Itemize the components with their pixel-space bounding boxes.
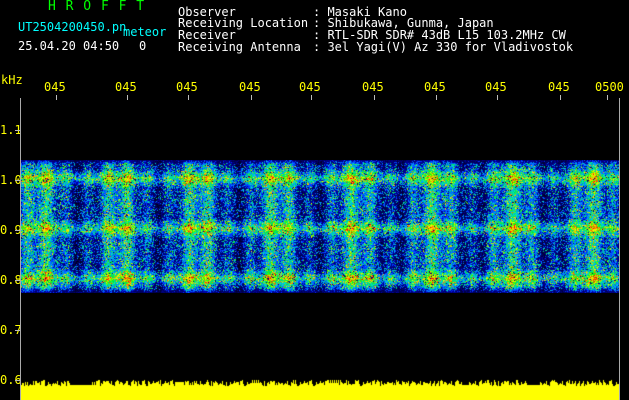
brand-title: H R O F F T	[48, 0, 146, 14]
datetime-text: 25.04.20 04:50	[18, 39, 120, 53]
time-label: 045	[239, 80, 261, 94]
meteor-label: meteor	[123, 25, 167, 39]
antenna-label: Receiving Antenna	[178, 40, 301, 54]
frequency-unit-label: kHz	[1, 73, 23, 87]
time-label: 045	[115, 80, 137, 94]
time-label: 045	[424, 80, 446, 94]
antenna-value: : 3el Yagi(V) Az 330 for Vladivostok	[313, 40, 574, 54]
amplitude-graph	[21, 370, 619, 400]
meteor-count: 0	[139, 39, 147, 53]
time-label: 045	[176, 80, 198, 94]
time-label: 0500	[595, 80, 624, 94]
spectrogram	[21, 160, 619, 293]
time-label: 045	[548, 80, 570, 94]
filename-text: UT2504200450.pn	[18, 20, 127, 34]
time-label: 045	[44, 80, 66, 94]
time-label: 045	[299, 80, 321, 94]
time-label: 045	[485, 80, 507, 94]
time-label: 045	[362, 80, 384, 94]
